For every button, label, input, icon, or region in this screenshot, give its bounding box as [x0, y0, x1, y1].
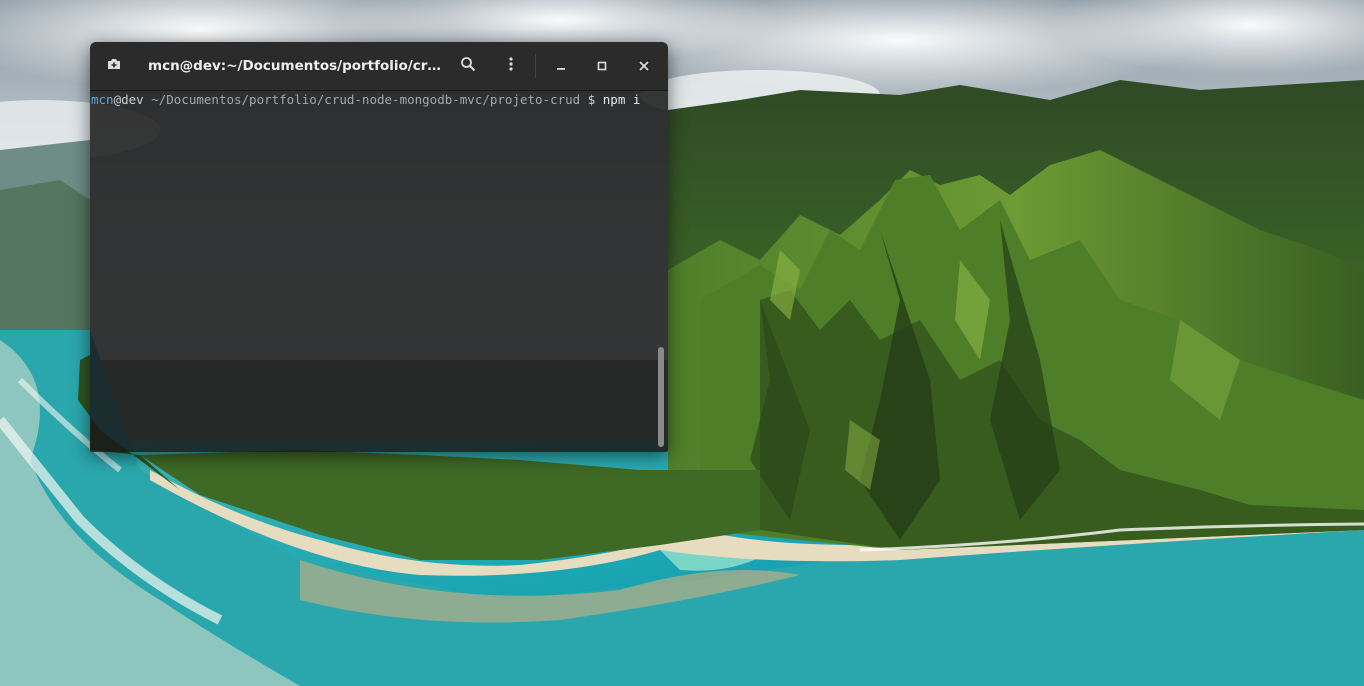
kebab-menu-icon [503, 56, 519, 76]
terminal-output[interactable]: mcn@dev ~/Documentos/portfolio/crud-node… [90, 90, 668, 452]
terminal-window[interactable]: mcn@dev:~/Documentos/portfolio/crud-node… [90, 42, 668, 452]
terminal-title: mcn@dev:~/Documentos/portfolio/crud-node… [148, 58, 448, 74]
prompt-at: @ [113, 92, 122, 107]
search-icon [460, 56, 476, 76]
menu-button[interactable] [495, 50, 527, 82]
maximize-button[interactable] [586, 50, 618, 82]
terminal-titlebar[interactable]: mcn@dev:~/Documentos/portfolio/crud-node… [90, 42, 668, 91]
prompt-path: ~/Documentos/portfolio/crud-node-mongodb… [151, 92, 581, 107]
typed-command: npm i [602, 92, 641, 107]
close-button[interactable] [628, 50, 660, 82]
close-icon [638, 57, 650, 76]
prompt-host: dev [121, 92, 144, 107]
prompt-symbol: $ [587, 92, 596, 107]
prompt-user: mcn [91, 92, 114, 107]
new-tab-button[interactable] [98, 50, 130, 82]
prompt-line: mcn@dev ~/Documentos/portfolio/crud-node… [91, 91, 640, 108]
minimize-icon [555, 57, 567, 76]
new-tab-icon [106, 56, 122, 76]
minimize-button[interactable] [545, 50, 577, 82]
search-button[interactable] [452, 50, 484, 82]
scrollbar-thumb[interactable] [658, 347, 664, 447]
titlebar-separator [535, 54, 536, 78]
maximize-icon [596, 57, 608, 76]
